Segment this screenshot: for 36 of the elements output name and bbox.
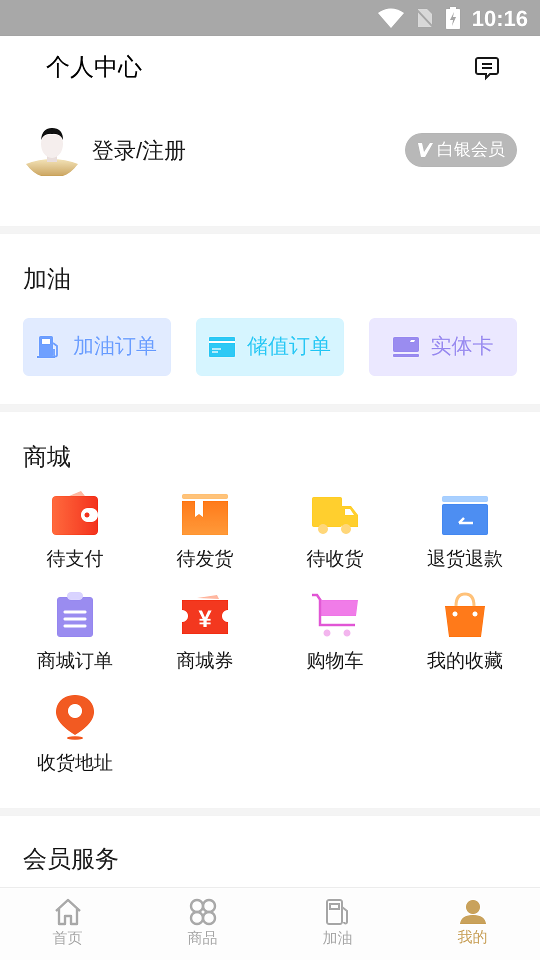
card-icon [392, 336, 418, 358]
section-title: 商城 [22, 443, 72, 473]
clipboard-icon [56, 592, 94, 638]
status-time: 10:16 [472, 4, 528, 32]
message-icon[interactable] [474, 55, 500, 81]
mall-menu-item[interactable]: 待支付 [10, 488, 140, 574]
member-badge: 白银会员 [405, 133, 517, 167]
v-icon [417, 142, 433, 158]
fuel-pump-icon [37, 335, 61, 359]
fuel-pump-icon [324, 898, 350, 926]
wallet-icon [51, 490, 99, 536]
wifi-icon [378, 8, 404, 28]
mall-menu-item[interactable]: 购物车 [270, 590, 400, 676]
no-sim-icon [416, 8, 434, 28]
mall-menu-item[interactable]: 商城订单 [10, 590, 140, 676]
card-icon [209, 336, 235, 358]
battery-icon [446, 7, 460, 29]
location-pin-icon [55, 694, 95, 740]
bag-icon [443, 592, 487, 638]
login-link[interactable]: 登录/注册 [92, 134, 186, 166]
page-title: 个人中心 [46, 53, 142, 83]
grid-icon [188, 898, 216, 926]
truck-icon [311, 496, 359, 536]
mall-menu-item[interactable]: ¥ 商城券 [140, 590, 270, 676]
card-icon [441, 496, 489, 536]
person-icon [458, 899, 486, 926]
box-icon [181, 494, 229, 536]
home-icon [52, 898, 82, 926]
mall-menu-item[interactable]: 待发货 [140, 488, 270, 574]
mall-menu-item[interactable]: 待收货 [270, 488, 400, 574]
section-title: 会员服务 [23, 845, 120, 875]
section-title: 加油 [23, 265, 72, 295]
mall-menu-item[interactable]: 收货地址 [10, 692, 140, 778]
cart-icon [311, 592, 359, 638]
mall-menu-item[interactable]: 我的收藏 [400, 590, 530, 676]
mall-menu-item[interactable]: 退货退款 [400, 488, 530, 574]
